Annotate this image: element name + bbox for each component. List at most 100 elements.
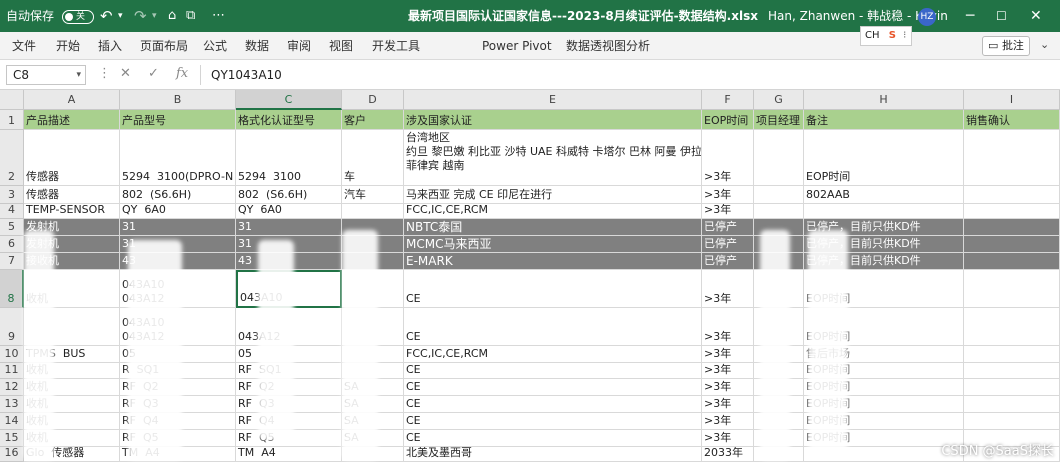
cell-c4[interactable]: QY 6A0 [236, 204, 342, 219]
cell-c2[interactable]: 5294 3100 [236, 130, 342, 186]
autosave-toggle[interactable]: 关 [62, 10, 94, 24]
tab-power-pivot[interactable]: Power Pivot [482, 32, 552, 60]
row-header-3[interactable]: 3 [0, 186, 24, 204]
cell-f15[interactable]: >3年 [702, 430, 754, 447]
customize-qat-icon[interactable]: ⋯ [212, 0, 225, 32]
cell-c1[interactable]: 格式化认证型号 [236, 110, 342, 130]
cell-e9[interactable]: CE [404, 308, 702, 346]
cell-f1[interactable]: EOP时间 [702, 110, 754, 130]
column-header-e[interactable]: E [404, 90, 702, 110]
cell-i14[interactable] [964, 413, 1060, 430]
cell-f2[interactable]: >3年 [702, 130, 754, 186]
column-header-d[interactable]: D [342, 90, 404, 110]
row-header-15[interactable]: 15 [0, 430, 24, 447]
cell-b3[interactable]: 802 (S6.6H) [120, 186, 236, 204]
cell-b4[interactable]: QY 6A0 [120, 204, 236, 219]
cell-i9[interactable] [964, 308, 1060, 346]
row-header-10[interactable]: 10 [0, 346, 24, 363]
tab-page-layout[interactable]: 页面布局 [140, 32, 188, 60]
cell-d1[interactable]: 客户 [342, 110, 404, 130]
cell-d3[interactable]: 汽车 [342, 186, 404, 204]
cell-i6[interactable] [964, 236, 1060, 253]
row-header-12[interactable]: 12 [0, 379, 24, 396]
cancel-entry-icon[interactable]: ✕ [120, 66, 131, 81]
row-header-9[interactable]: 9 [0, 308, 24, 346]
cell-i10[interactable] [964, 346, 1060, 363]
comment-button[interactable]: ▭ 批注 [982, 36, 1030, 56]
tab-developer[interactable]: 开发工具 [372, 32, 420, 60]
cell-i2[interactable] [964, 130, 1060, 186]
column-header-i[interactable]: I [964, 90, 1060, 110]
cell-e7[interactable]: E-MARK [404, 253, 702, 270]
name-box-dropdown-icon[interactable]: ▾ [76, 66, 81, 84]
cell-f4[interactable]: >3年 [702, 204, 754, 219]
row-header-8[interactable]: 8 [0, 270, 24, 308]
tab-pivotchart-analyze[interactable]: 数据透视图分析 [566, 32, 650, 60]
column-header-h[interactable]: H [804, 90, 964, 110]
cell-e8[interactable]: CE [404, 270, 702, 308]
column-header-c[interactable]: C [236, 90, 342, 110]
row-header-7[interactable]: 7 [0, 253, 24, 270]
tab-formulas[interactable]: 公式 [203, 32, 227, 60]
tab-view[interactable]: 视图 [329, 32, 353, 60]
cell-e1[interactable]: 涉及国家认证 [404, 110, 702, 130]
row-header-13[interactable]: 13 [0, 396, 24, 413]
ime-indicator[interactable]: CH S ⁝ [860, 26, 912, 46]
row-header-11[interactable]: 11 [0, 363, 24, 379]
cell-g1[interactable]: 项目经理 [754, 110, 804, 130]
cell-a4[interactable]: TEMP-SENSOR [24, 204, 120, 219]
row-header-16[interactable]: 16 [0, 446, 24, 462]
column-header-g[interactable]: G [754, 90, 804, 110]
row-header-14[interactable]: 14 [0, 413, 24, 430]
cell-f13[interactable]: >3年 [702, 396, 754, 413]
cell-f8[interactable]: >3年 [702, 270, 754, 308]
cell-d2[interactable]: 车 [342, 130, 404, 186]
enter-check-icon[interactable]: ✓ [148, 66, 159, 81]
undo-icon[interactable]: ↶ [100, 0, 113, 32]
select-all-corner[interactable] [0, 90, 24, 110]
cell-g3[interactable] [754, 186, 804, 204]
cell-f12[interactable]: >3年 [702, 379, 754, 396]
cell-e4[interactable]: FCC,IC,CE,RCM [404, 204, 702, 219]
cell-i3[interactable] [964, 186, 1060, 204]
cell-e16[interactable]: 北美及墨西哥 [404, 447, 702, 462]
formula-input[interactable]: QY1043A10 [200, 65, 1050, 85]
insert-function-icon[interactable]: fx [176, 66, 188, 81]
cell-e13[interactable]: CE [404, 396, 702, 413]
minimize-icon[interactable]: ─ [966, 0, 974, 32]
cell-b5[interactable]: 31 [120, 219, 236, 236]
cell-f11[interactable]: >3年 [702, 363, 754, 379]
row-header-4[interactable]: 4 [0, 203, 24, 219]
column-header-a[interactable]: A [24, 90, 120, 110]
cell-f16[interactable]: 2033年 [702, 447, 754, 462]
cell-i1[interactable]: 销售确认 [964, 110, 1060, 130]
cell-i13[interactable] [964, 396, 1060, 413]
row-header-5[interactable]: 5 [0, 219, 24, 236]
spreadsheet-grid[interactable]: A B C D E F G H I 1 产品描述 产品型号 格式化认证型号 客户 涉及国家认证 EOP时间 项目… [0, 90, 1060, 463]
cell-d4[interactable] [342, 204, 404, 219]
cell-f5[interactable]: 已停产 [702, 219, 754, 236]
cell-i12[interactable] [964, 379, 1060, 396]
close-icon[interactable]: ✕ [1030, 0, 1042, 32]
tab-file[interactable]: 文件 [12, 32, 36, 60]
redo-icon[interactable]: ↷ [134, 0, 147, 32]
format-painter-icon[interactable]: ⌂ [168, 0, 176, 32]
cell-f10[interactable]: >3年 [702, 346, 754, 363]
cell-f6[interactable]: 已停产 [702, 236, 754, 253]
cell-b2[interactable]: 5294 3100(DPRO-N [120, 130, 236, 186]
cell-i5[interactable] [964, 219, 1060, 236]
cell-i4[interactable] [964, 204, 1060, 219]
row-header-2[interactable]: 2 [0, 130, 24, 186]
cell-i7[interactable] [964, 253, 1060, 270]
avatar[interactable]: HZ [918, 8, 936, 26]
cell-e11[interactable]: CE [404, 363, 702, 379]
cell-g2[interactable] [754, 130, 804, 186]
undo-dropdown-icon[interactable]: ▾ [118, 0, 123, 32]
tab-review[interactable]: 审阅 [287, 32, 311, 60]
cell-e15[interactable]: CE [404, 430, 702, 447]
cell-f7[interactable]: 已停产 [702, 253, 754, 270]
cell-c16[interactable]: TM A4 [236, 447, 342, 462]
tab-home[interactable]: 开始 [56, 32, 80, 60]
row-header-1[interactable]: 1 [0, 110, 24, 130]
cell-a2[interactable]: 传感器 [24, 130, 120, 186]
